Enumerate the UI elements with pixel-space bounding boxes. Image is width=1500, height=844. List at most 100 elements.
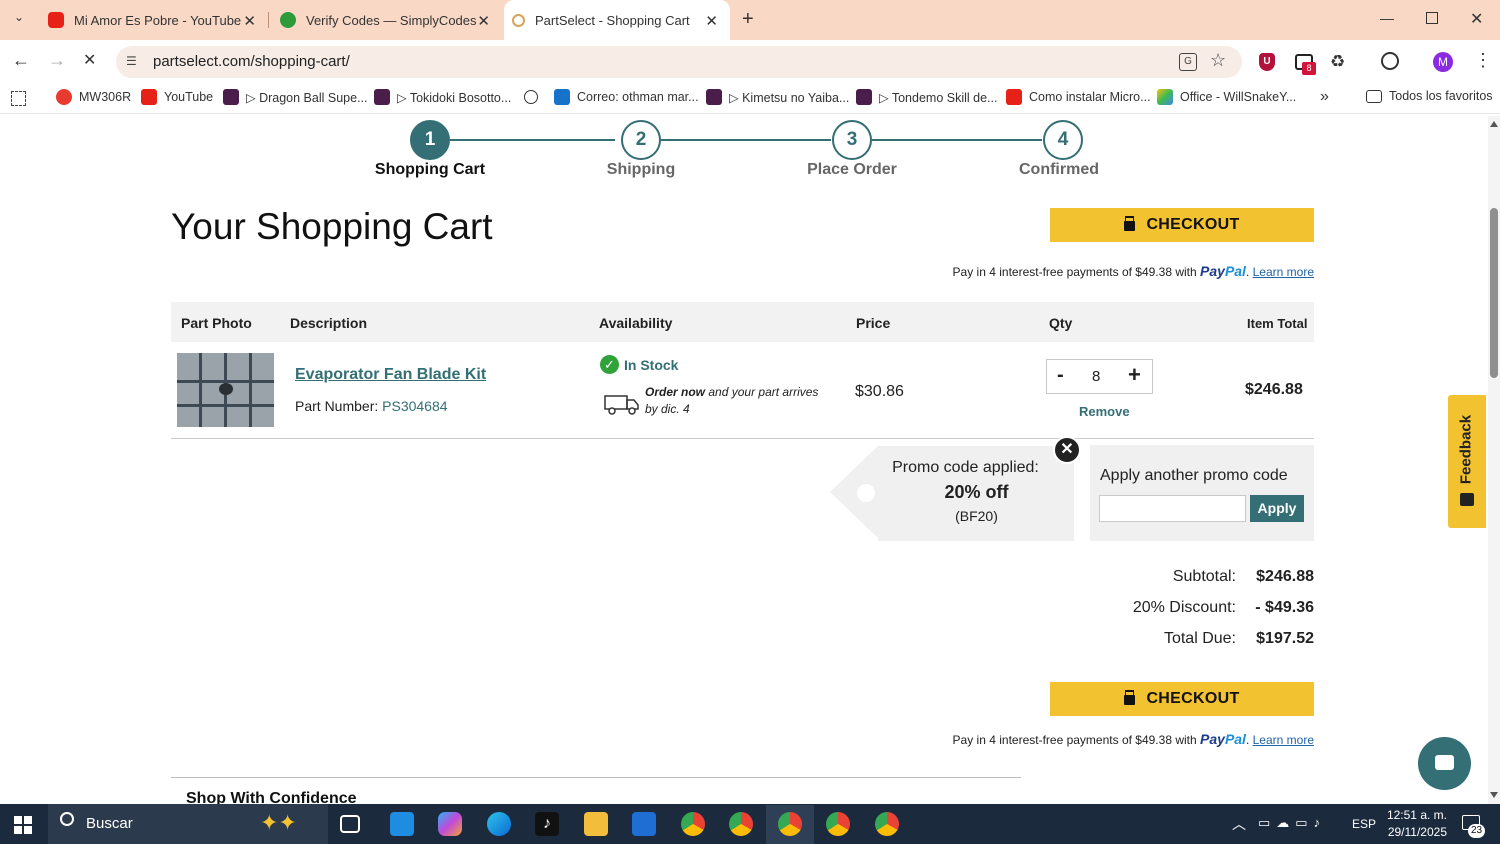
more-bookmarks-icon[interactable]: » xyxy=(1320,88,1329,106)
apply-promo-button[interactable]: Apply xyxy=(1250,495,1304,522)
maximize-button[interactable] xyxy=(1426,12,1438,24)
remove-promo-button[interactable]: ✕ xyxy=(1053,436,1081,464)
item-total: $246.88 xyxy=(1245,381,1303,398)
part-number-value[interactable]: PS304684 xyxy=(382,398,447,414)
tray-chevron-icon[interactable]: ︿ xyxy=(1232,814,1246,834)
learn-more-link[interactable]: Learn more xyxy=(1253,265,1314,279)
address-bar[interactable]: ☰ partselect.com/shopping-cart/ G ☆ xyxy=(116,46,1242,78)
bookmark-dragon-ball[interactable]: ▷ Dragon Ball Supe... xyxy=(223,89,367,105)
qty-decrease-button[interactable]: - xyxy=(1057,364,1064,387)
promo-code: (BF20) xyxy=(955,508,998,524)
task-view-icon[interactable] xyxy=(340,815,360,833)
tab-title: Verify Codes — SimplyCodes xyxy=(306,12,477,28)
paypal-installments: Pay in 4 interest-free payments of $49.3… xyxy=(952,263,1314,279)
bookmark-tokidoki[interactable]: ▷ Tokidoki Bosotto... xyxy=(374,89,511,105)
step-3-circle: 3 xyxy=(832,120,872,160)
tab-strip: ⌄ Mi Amor Es Pobre - YouTube ✕ Verify Co… xyxy=(0,0,1500,40)
close-icon[interactable]: ✕ xyxy=(705,12,718,30)
part-photo[interactable] xyxy=(177,353,274,427)
apps-icon[interactable] xyxy=(11,91,26,106)
language-indicator[interactable]: ESP xyxy=(1352,817,1376,831)
learn-more-link[interactable]: Learn more xyxy=(1253,733,1314,747)
start-button[interactable] xyxy=(14,816,32,834)
stop-button[interactable]: ✕ xyxy=(83,50,96,70)
extensions-puzzle-icon[interactable]: ♻ xyxy=(1330,52,1345,72)
delivery-estimate: Order now and your part arrives by dic. … xyxy=(645,385,819,416)
step-connector xyxy=(661,139,831,141)
tray-icons[interactable]: ▭☁▭♪ xyxy=(1258,815,1326,831)
profile-avatar[interactable]: M xyxy=(1433,52,1453,72)
bookmark-tondemo[interactable]: ▷ Tondemo Skill de... xyxy=(856,89,997,105)
bookmark-star-icon[interactable]: ☆ xyxy=(1210,50,1226,71)
tab-partselect[interactable]: PartSelect - Shopping Cart ✕ xyxy=(504,0,730,40)
simplycodes-icon xyxy=(280,12,296,28)
translate-icon[interactable]: G xyxy=(1179,53,1197,71)
remove-link[interactable]: Remove xyxy=(1079,404,1130,419)
taskbar-search-box[interactable]: Buscar ✦✦ xyxy=(48,804,328,844)
close-window-button[interactable]: ✕ xyxy=(1470,9,1483,29)
tiktok-icon[interactable]: ♪ xyxy=(535,812,559,836)
paypal-installments-bottom: Pay in 4 interest-free payments of $49.3… xyxy=(952,731,1314,747)
chrome-icon[interactable] xyxy=(826,812,850,836)
forward-button[interactable]: → xyxy=(48,50,66,71)
history-icon[interactable] xyxy=(1381,52,1399,70)
clock-time[interactable]: 12:51 a. m. xyxy=(1385,808,1447,822)
step-3-label: Place Order xyxy=(807,161,897,178)
qty-increase-button[interactable]: + xyxy=(1128,362,1141,388)
clock-date[interactable]: 29/11/2025 xyxy=(1385,825,1447,839)
bookmark-como-instalar[interactable]: Como instalar Micro... xyxy=(1006,89,1151,105)
page-content: 1 2 3 4 Shopping Cart Shipping Place Ord… xyxy=(0,116,1488,805)
paypal-logo: PayPal xyxy=(1200,263,1246,279)
step-4-label: Confirmed xyxy=(1019,161,1099,178)
bookmark-icon xyxy=(856,89,872,105)
scroll-up-arrow[interactable] xyxy=(1490,121,1498,127)
scrollbar-thumb[interactable] xyxy=(1490,208,1498,378)
bookmark-office[interactable]: Office - WillSnakeY... xyxy=(1157,89,1296,105)
all-bookmarks-folder[interactable]: Todos los favoritos xyxy=(1366,89,1493,103)
promo-code-input[interactable] xyxy=(1099,495,1246,522)
bookmark-youtube[interactable]: YouTube xyxy=(141,89,213,105)
feedback-tab[interactable]: Feedback xyxy=(1448,395,1486,528)
chrome-icon[interactable] xyxy=(778,812,802,836)
menu-icon[interactable]: ⋮ xyxy=(1474,50,1492,71)
checkout-button-top[interactable]: CHECKOUT xyxy=(1050,208,1314,242)
close-icon[interactable]: ✕ xyxy=(477,12,490,30)
search-icon xyxy=(60,812,74,826)
bookmark-kimetsu[interactable]: ▷ Kimetsu no Yaiba... xyxy=(706,89,849,105)
outlook-app-icon[interactable] xyxy=(632,812,656,836)
scroll-down-arrow[interactable] xyxy=(1490,792,1498,798)
office-icon xyxy=(1157,89,1173,105)
part-name-link[interactable]: Evaporator Fan Blade Kit xyxy=(295,366,486,384)
chrome-icon[interactable] xyxy=(729,812,753,836)
check-circle-icon: ✓ xyxy=(600,355,619,374)
checkout-button-bottom[interactable]: CHECKOUT xyxy=(1050,682,1314,716)
chrome-icon[interactable] xyxy=(681,812,705,836)
url-text[interactable]: partselect.com/shopping-cart/ xyxy=(153,53,350,70)
column-part-photo: Part Photo xyxy=(181,315,252,331)
page-scrollbar[interactable] xyxy=(1488,116,1500,805)
site-info-icon[interactable]: ☰ xyxy=(126,54,142,70)
promo-applied-label: Promo code applied: xyxy=(892,459,1039,476)
close-icon[interactable]: ✕ xyxy=(243,12,256,30)
outlook-icon xyxy=(554,89,570,105)
row-divider xyxy=(171,438,1314,439)
file-explorer-icon[interactable] xyxy=(584,812,608,836)
unit-price: $30.86 xyxy=(855,383,904,400)
back-button[interactable]: ← xyxy=(12,50,30,71)
tab-youtube[interactable]: Mi Amor Es Pobre - YouTube ✕ xyxy=(38,0,269,40)
chat-button[interactable] xyxy=(1418,737,1471,790)
copilot-icon[interactable] xyxy=(438,812,462,836)
bookmark-correo[interactable]: Correo: othman mar... xyxy=(524,89,699,105)
column-price: Price xyxy=(856,315,891,331)
chrome-icon[interactable] xyxy=(875,812,899,836)
minimize-button[interactable]: — xyxy=(1380,10,1394,26)
tab-search-button[interactable]: ⌄ xyxy=(8,10,30,30)
store-icon[interactable] xyxy=(390,812,414,836)
subtotal-label: Subtotal: xyxy=(1172,568,1236,585)
tab-simplycodes[interactable]: Verify Codes — SimplyCodes ✕ xyxy=(270,0,502,40)
qty-value[interactable]: 8 xyxy=(1092,368,1100,385)
bookmark-mw306r[interactable]: MW306R xyxy=(56,89,131,105)
edge-icon[interactable] xyxy=(487,812,511,836)
ublock-icon[interactable]: U xyxy=(1259,53,1275,71)
new-tab-button[interactable]: + xyxy=(742,8,754,31)
